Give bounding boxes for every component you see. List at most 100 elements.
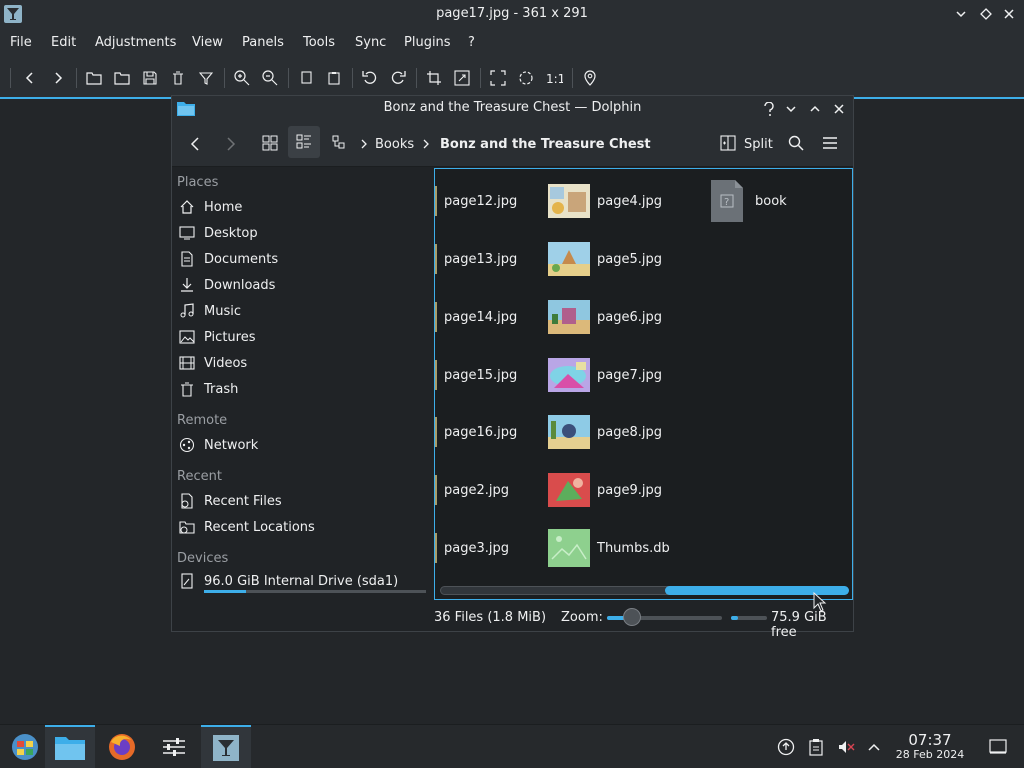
volume-muted-icon[interactable] — [836, 737, 856, 757]
breadcrumb-books[interactable]: Books — [375, 137, 414, 152]
compact-view-icon[interactable] — [288, 126, 320, 158]
folder-icon[interactable] — [112, 68, 132, 88]
breadcrumb-current[interactable]: Bonz and the Treasure Chest — [440, 137, 651, 152]
minimize-icon[interactable] — [782, 100, 800, 118]
file-view[interactable]: page12.jpg page13.jpg page14.jpg page15.… — [434, 168, 853, 600]
split-icon[interactable] — [718, 133, 738, 153]
forward-icon[interactable] — [48, 68, 68, 88]
crop-icon[interactable] — [424, 68, 444, 88]
search-icon[interactable] — [786, 133, 806, 153]
rotate-right-icon[interactable] — [388, 68, 408, 88]
firefox-icon[interactable] — [97, 725, 147, 768]
close-icon[interactable] — [830, 100, 848, 118]
places-item-network[interactable]: Network — [178, 434, 258, 456]
file-item[interactable]: page16.jpg — [435, 410, 517, 454]
horizontal-scrollbar[interactable] — [440, 586, 849, 595]
places-item-internal-drive[interactable]: 96.0 GiB Internal Drive (sda1) — [178, 570, 398, 592]
menu-panels[interactable]: Panels — [242, 35, 284, 50]
places-item-music[interactable]: Music — [178, 300, 241, 322]
free-space: 75.9 GiB free — [771, 610, 827, 640]
file-item[interactable]: Thumbs.db — [547, 526, 670, 570]
file-item[interactable]: page7.jpg — [547, 353, 662, 397]
app-launcher-icon[interactable] — [0, 725, 50, 768]
clock-time[interactable]: 07:37 — [885, 731, 975, 749]
details-view-icon[interactable] — [328, 131, 352, 155]
file-item[interactable]: page15.jpg — [435, 353, 517, 397]
file-item[interactable]: page12.jpg — [435, 179, 517, 223]
help-icon[interactable] — [760, 100, 778, 118]
drive-usage-fill — [204, 590, 247, 593]
dolphin-toolbar: Books Bonz and the Treasure Chest Split — [172, 122, 853, 167]
split-button[interactable]: Split — [744, 137, 773, 152]
file-item[interactable]: ? book — [705, 179, 787, 223]
rotate-left-icon[interactable] — [360, 68, 380, 88]
file-item[interactable]: page4.jpg — [547, 179, 662, 223]
icons-view-icon[interactable] — [258, 131, 282, 155]
back-icon[interactable] — [184, 132, 208, 156]
menu-tools[interactable]: Tools — [303, 35, 335, 50]
toolbar-separator — [480, 68, 481, 88]
maximize-icon[interactable] — [977, 5, 995, 23]
mixer-settings-icon[interactable] — [149, 725, 199, 768]
file-item[interactable]: page9.jpg — [547, 468, 662, 512]
save-icon[interactable] — [140, 68, 160, 88]
open-folder-icon[interactable] — [84, 68, 104, 88]
file-item[interactable]: page8.jpg — [547, 410, 662, 454]
zoom-slider-handle[interactable] — [623, 608, 642, 626]
show-desktop-icon[interactable] — [988, 737, 1008, 757]
clock-date[interactable]: 28 Feb 2024 — [885, 748, 975, 761]
forward-icon[interactable] — [218, 132, 242, 156]
fit-window-icon[interactable] — [516, 68, 536, 88]
places-item-trash[interactable]: Trash — [178, 378, 238, 400]
clipboard-icon[interactable] — [806, 737, 826, 757]
dolphin-title: Bonz and the Treasure Chest — Dolphin — [383, 100, 642, 115]
actual-size-icon[interactable]: 1:1 — [544, 68, 564, 88]
update-notifier-icon[interactable] — [776, 737, 796, 757]
copy-icon[interactable] — [296, 68, 316, 88]
menu-adjustments[interactable]: Adjustments — [95, 35, 176, 50]
fullscreen-icon[interactable] — [488, 68, 508, 88]
file-item[interactable]: page13.jpg — [435, 237, 517, 281]
filter-icon[interactable] — [196, 68, 216, 88]
file-item[interactable]: page3.jpg — [435, 526, 509, 570]
menu-sync[interactable]: Sync — [355, 35, 386, 50]
unknown-file-icon: ? — [705, 179, 749, 223]
file-item[interactable]: page6.jpg — [547, 295, 662, 339]
places-item-label: Recent Files — [204, 493, 282, 509]
file-name: page14.jpg — [444, 309, 518, 325]
menu-file[interactable]: File — [10, 35, 32, 50]
toolbar-separator — [224, 68, 225, 88]
menu-edit[interactable]: Edit — [51, 35, 76, 50]
places-item-documents[interactable]: Documents — [178, 248, 278, 270]
zoom-out-icon[interactable] — [260, 68, 280, 88]
hamburger-menu-icon[interactable] — [820, 133, 840, 153]
places-item-home[interactable]: Home — [178, 196, 242, 218]
taskbar-dolphin[interactable] — [45, 725, 95, 768]
resize-icon[interactable] — [452, 68, 472, 88]
places-item-recent-files[interactable]: Recent Files — [178, 490, 282, 512]
places-item-videos[interactable]: Videos — [178, 352, 247, 374]
delete-icon[interactable] — [168, 68, 188, 88]
places-item-desktop[interactable]: Desktop — [178, 222, 258, 244]
location-pin-icon[interactable] — [580, 68, 600, 88]
taskbar-image-viewer[interactable] — [201, 725, 251, 768]
image-thumbnail — [547, 410, 591, 454]
paste-icon[interactable] — [324, 68, 344, 88]
places-item-recent-locations[interactable]: Recent Locations — [178, 516, 315, 538]
zoom-in-icon[interactable] — [232, 68, 252, 88]
places-item-downloads[interactable]: Downloads — [178, 274, 275, 296]
maximize-icon[interactable] — [806, 100, 824, 118]
file-name: book — [755, 193, 787, 209]
menu-help[interactable]: ? — [468, 35, 475, 50]
back-icon[interactable] — [20, 68, 40, 88]
chevron-up-icon[interactable] — [864, 737, 884, 757]
file-item[interactable]: page2.jpg — [435, 468, 509, 512]
videos-icon — [178, 354, 196, 372]
file-item[interactable]: page5.jpg — [547, 237, 662, 281]
places-item-pictures[interactable]: Pictures — [178, 326, 255, 348]
menu-view[interactable]: View — [192, 35, 223, 50]
minimize-icon[interactable] — [952, 5, 970, 23]
menu-plugins[interactable]: Plugins — [404, 35, 451, 50]
file-item[interactable]: page14.jpg — [435, 295, 517, 339]
close-icon[interactable] — [1000, 5, 1018, 23]
